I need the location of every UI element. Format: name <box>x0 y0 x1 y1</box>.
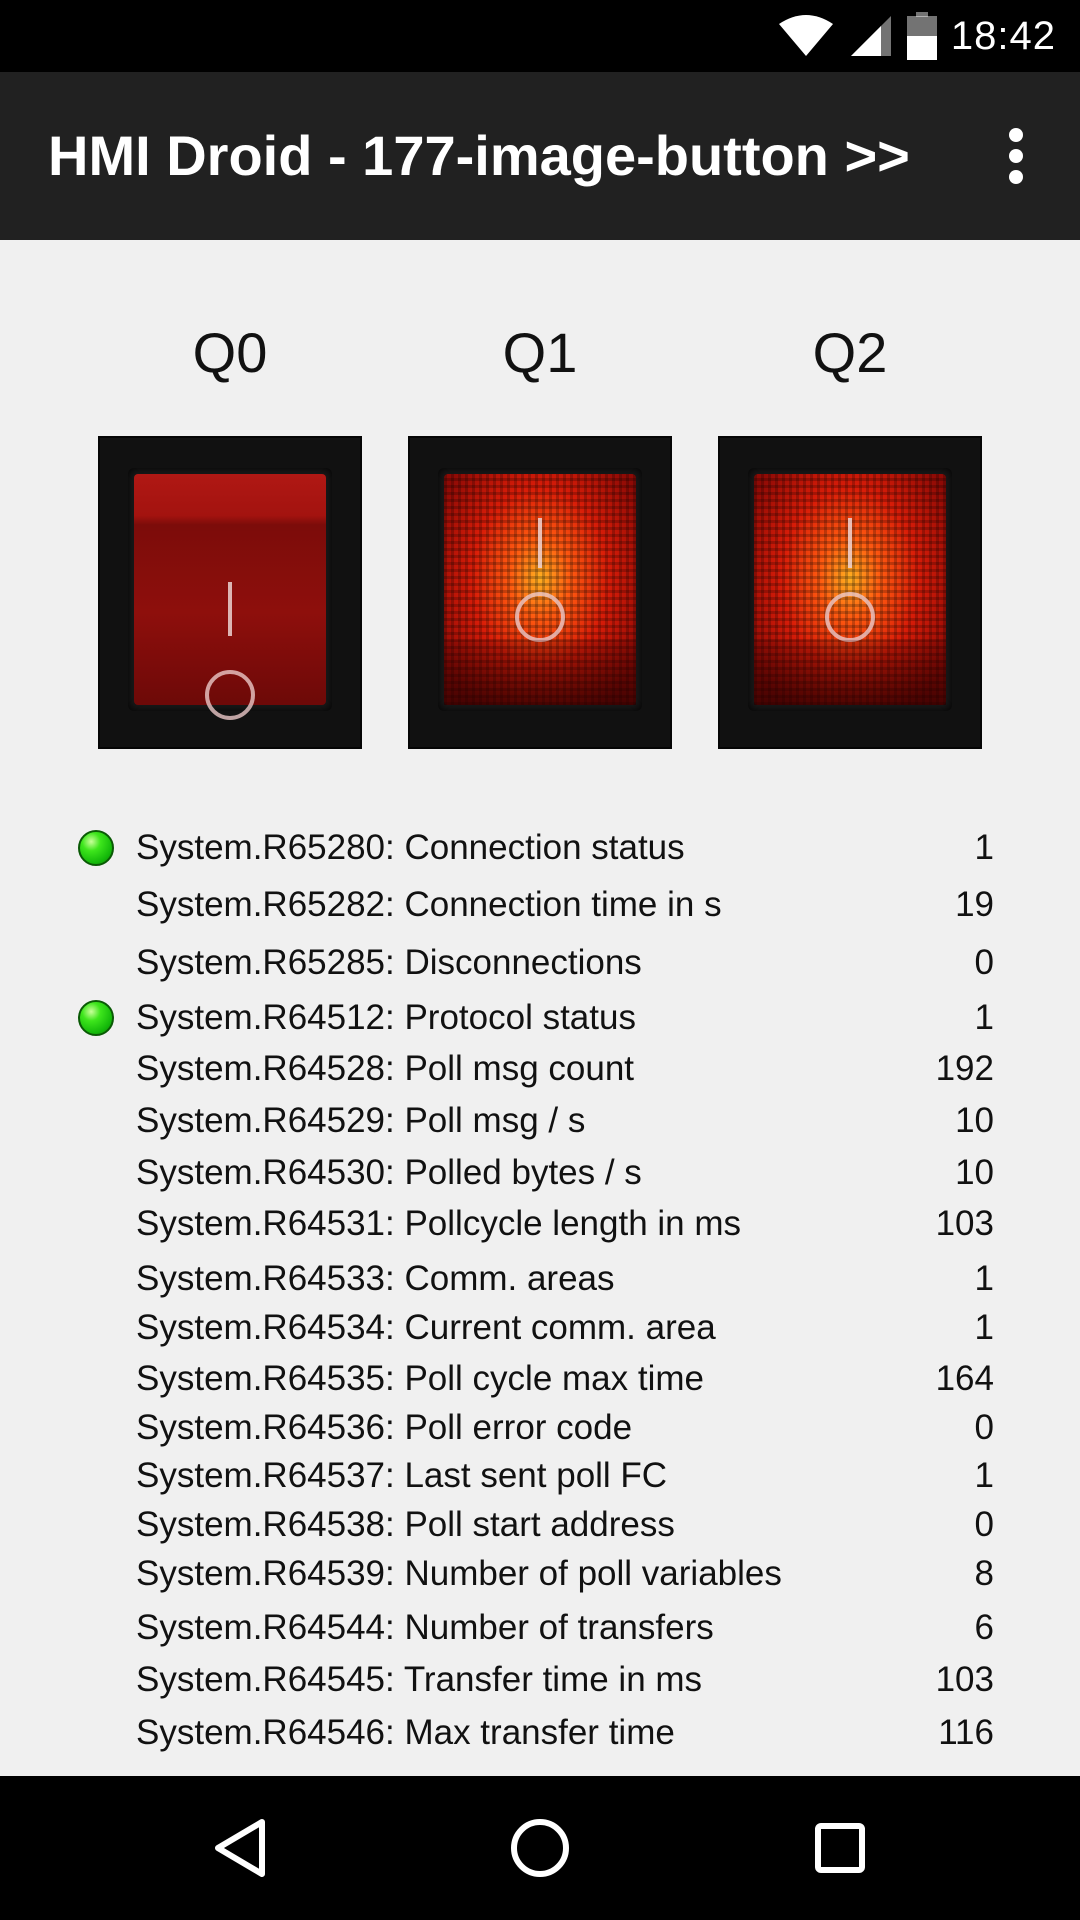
status-row-label: System.R64533: Comm. areas <box>136 1259 615 1298</box>
status-row-label: System.R64531: Pollcycle length in ms <box>136 1204 741 1243</box>
status-row-value: 1 <box>974 998 994 1037</box>
status-row-value: 10 <box>955 1101 994 1140</box>
status-row-value: 1 <box>974 1456 994 1495</box>
status-row-value: 1 <box>974 1259 994 1298</box>
switch-label-q2: Q2 <box>812 321 888 384</box>
status-bar: 18:42 <box>0 0 1080 72</box>
rocker-off <box>134 474 326 720</box>
status-row-label: System.R64528: Poll msg count <box>136 1049 635 1088</box>
switch-frame <box>128 468 332 720</box>
status-row-label: System.R64536: Poll error code <box>136 1408 633 1447</box>
more-vert-icon[interactable] <box>992 128 1040 184</box>
switch-frame <box>748 468 952 711</box>
status-row-value: 116 <box>938 1713 994 1752</box>
status-row-label: System.R64537: Last sent poll FC <box>136 1456 668 1495</box>
status-row-protocol-status: System.R64512: Protocol status 1 <box>0 992 1080 1044</box>
status-row-value: 19 <box>955 885 994 924</box>
status-row: System.R64529: Poll msg / s 10 <box>0 1095 1080 1147</box>
switch-q1-image-button[interactable] <box>408 436 672 749</box>
status-row-value: 8 <box>974 1554 994 1593</box>
status-row-connection-status: System.R65280: Connection status 1 <box>0 822 1080 874</box>
status-icons: 18:42 <box>777 10 1056 62</box>
status-row: System.R64528: Poll msg count 192 <box>0 1043 1080 1095</box>
status-row-label: System.R64539: Number of poll variables <box>136 1554 782 1593</box>
status-row-value: 10 <box>955 1153 994 1192</box>
status-row-value: 103 <box>935 1204 994 1243</box>
status-row-value: 6 <box>974 1608 994 1647</box>
status-row-value: 164 <box>935 1359 994 1398</box>
status-time: 18:42 <box>950 13 1056 58</box>
status-row-value: 0 <box>974 1408 994 1447</box>
status-row: System.R64539: Number of poll variables … <box>0 1548 1080 1600</box>
status-row-label: System.R64544: Number of transfers <box>136 1608 714 1647</box>
app-title[interactable]: HMI Droid - 177-image-button >> <box>48 72 910 240</box>
cell-signal-icon <box>850 16 891 56</box>
recents-icon[interactable] <box>790 1798 890 1898</box>
power-on-mark-icon <box>228 582 232 636</box>
status-row-label: System.R65282: Connection time in s <box>136 885 722 924</box>
power-off-mark-icon <box>825 592 875 642</box>
wifi-icon <box>778 15 833 56</box>
status-row-label: System.R64534: Current comm. area <box>136 1308 716 1347</box>
status-row: System.R64534: Current comm. area 1 <box>0 1302 1080 1354</box>
app-bar: HMI Droid - 177-image-button >> <box>0 72 1080 240</box>
status-row: System.R64530: Polled bytes / s 10 <box>0 1147 1080 1199</box>
status-row: System.R64531: Pollcycle length in ms 10… <box>0 1198 1080 1250</box>
status-row: System.R64538: Poll start address 0 <box>0 1499 1080 1551</box>
status-row-value: 1 <box>974 828 994 867</box>
status-row-value: 192 <box>935 1049 994 1088</box>
switch-label-q0: Q0 <box>192 321 268 384</box>
switch-q2-image-button[interactable] <box>718 436 982 749</box>
status-row-label: System.R64538: Poll start address <box>136 1505 675 1544</box>
power-on-mark-icon <box>848 518 852 568</box>
battery-icon <box>906 12 937 60</box>
navigation-bar <box>0 1776 1080 1920</box>
status-row-value: 103 <box>935 1660 994 1699</box>
status-led-icon <box>78 830 114 866</box>
status-row-value: 1 <box>974 1308 994 1347</box>
status-row: System.R65282: Connection time in s 19 <box>0 879 1080 931</box>
switch-q0-image-button[interactable] <box>98 436 362 749</box>
back-icon[interactable] <box>190 1798 290 1898</box>
rocker-on <box>444 474 636 705</box>
switch-label-q1: Q1 <box>502 321 578 384</box>
status-row-value: 0 <box>974 943 994 982</box>
switch-frame <box>438 468 642 711</box>
status-row-label: System.R64512: Protocol status <box>136 998 636 1037</box>
rocker-on <box>754 474 946 705</box>
status-row: System.R64537: Last sent poll FC 1 <box>0 1450 1080 1502</box>
status-row-label: System.R64530: Polled bytes / s <box>136 1153 642 1192</box>
status-row: System.R64544: Number of transfers 6 <box>0 1602 1080 1654</box>
status-row: System.R64546: Max transfer time 116 <box>0 1707 1080 1759</box>
status-row-value: 0 <box>974 1505 994 1544</box>
status-row-label: System.R65280: Connection status <box>136 828 685 867</box>
power-off-mark-icon <box>515 592 565 642</box>
status-row-label: System.R64546: Max transfer time <box>136 1713 675 1752</box>
status-row: System.R64536: Poll error code 0 <box>0 1402 1080 1454</box>
status-row-label: System.R64535: Poll cycle max time <box>136 1359 704 1398</box>
power-off-mark-icon <box>205 670 255 720</box>
home-icon[interactable] <box>490 1798 590 1898</box>
status-row-label: System.R64545: Transfer time in ms <box>136 1660 703 1699</box>
status-row: System.R64533: Comm. areas 1 <box>0 1253 1080 1305</box>
status-row: System.R64545: Transfer time in ms 103 <box>0 1654 1080 1706</box>
status-row-label: System.R65285: Disconnections <box>136 943 642 982</box>
power-on-mark-icon <box>538 518 542 568</box>
status-row: System.R64535: Poll cycle max time 164 <box>0 1353 1080 1405</box>
status-row: System.R65285: Disconnections 0 <box>0 937 1080 989</box>
status-row-label: System.R64529: Poll msg / s <box>136 1101 586 1140</box>
status-led-icon <box>78 1000 114 1036</box>
